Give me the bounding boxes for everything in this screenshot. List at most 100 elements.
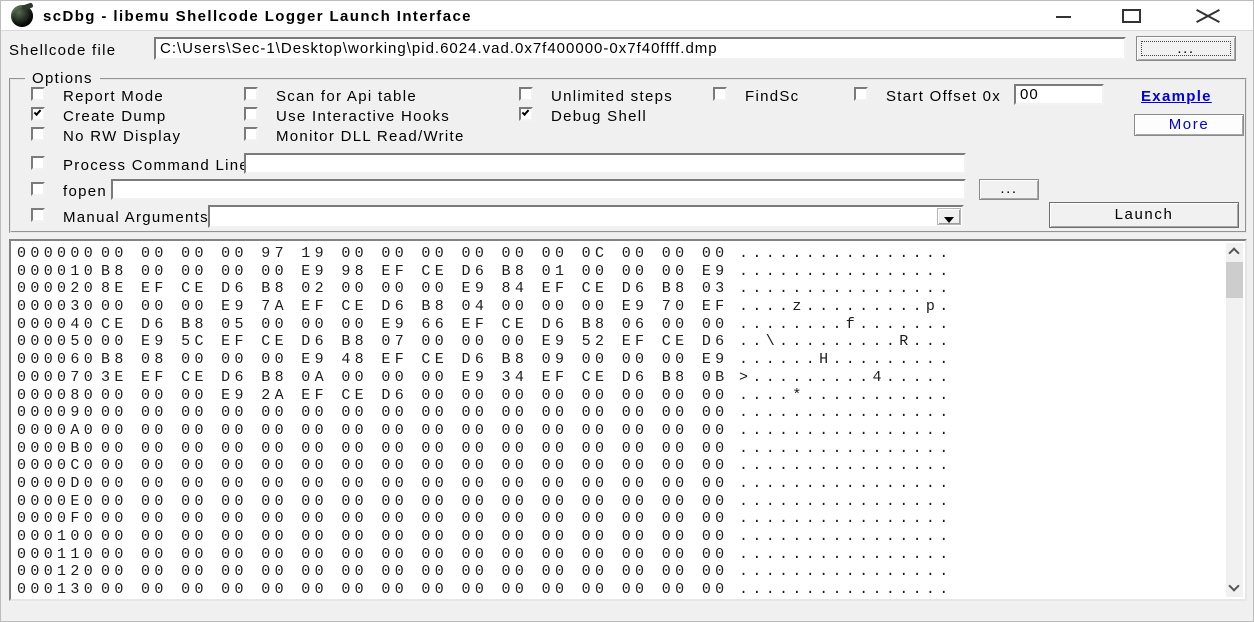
hex-ascii: ................ — [739, 263, 953, 280]
hex-bytes: 00 00 00 00 00 00 00 00 00 00 00 00 00 0… — [101, 404, 729, 421]
hex-ascii: ................ — [739, 510, 953, 527]
hex-bytes: 8E EF CE D6 B8 02 00 00 00 E9 84 EF CE D… — [101, 280, 729, 297]
browse-file-button[interactable]: ... — [1136, 36, 1236, 61]
hex-offset: 0000D0 — [17, 475, 97, 492]
hex-row: 00009000 00 00 00 00 00 00 00 00 00 00 0… — [11, 404, 1225, 422]
checkbox-fopen-label: fopen — [63, 183, 107, 200]
hex-offset: 000090 — [17, 404, 97, 421]
hex-row: 0000208E EF CE D6 B8 02 00 00 00 E9 84 E… — [11, 280, 1225, 298]
example-link[interactable]: Example — [1141, 88, 1212, 105]
hex-bytes: 00 00 00 00 00 00 00 00 00 00 00 00 00 0… — [101, 528, 729, 545]
checkbox-monitor-dll-label: Monitor DLL Read/Write — [276, 128, 465, 145]
hex-offset: 000010 — [17, 263, 97, 280]
hex-offset: 0000A0 — [17, 422, 97, 439]
checkbox-unlimited-steps[interactable] — [519, 87, 533, 101]
checkbox-create-dump-label: Create Dump — [63, 108, 167, 125]
hex-bytes: 00 00 00 00 00 00 00 00 00 00 00 00 00 0… — [101, 422, 729, 439]
hex-bytes: 00 00 00 00 00 00 00 00 00 00 00 00 00 0… — [101, 581, 729, 598]
scroll-down-button[interactable] — [1226, 580, 1243, 597]
hex-bytes: 00 00 00 E9 7A EF CE D6 B8 04 00 00 00 E… — [101, 298, 729, 315]
launch-button[interactable]: Launch — [1049, 202, 1239, 228]
vertical-scrollbar[interactable] — [1226, 243, 1243, 597]
start-offset-input[interactable] — [1014, 84, 1104, 105]
scrollbar-thumb[interactable] — [1226, 262, 1243, 298]
hex-ascii: ................ — [739, 563, 953, 580]
fopen-browse-button[interactable]: ... — [979, 179, 1039, 200]
hex-ascii: ................ — [739, 422, 953, 439]
title-bar: scDbg - libemu Shellcode Logger Launch I… — [1, 1, 1253, 31]
hex-ascii: ......H......... — [739, 351, 953, 368]
checkbox-fopen[interactable] — [31, 182, 45, 196]
hex-dump-panel[interactable]: 00000000 00 00 00 97 19 00 00 00 00 00 0… — [9, 239, 1247, 601]
hex-row: 000060B8 08 00 00 00 E9 48 EF CE D6 B8 0… — [11, 351, 1225, 369]
hex-row: 00013000 00 00 00 00 00 00 00 00 00 00 0… — [11, 581, 1225, 599]
hex-offset: 000110 — [17, 546, 97, 563]
hex-ascii: ................ — [739, 440, 953, 457]
checkbox-no-rw-display[interactable] — [31, 127, 45, 141]
hex-ascii: ................ — [739, 546, 953, 563]
checkbox-scan-api-table[interactable] — [244, 87, 258, 101]
maximize-button[interactable] — [1108, 1, 1154, 31]
hex-offset: 000100 — [17, 528, 97, 545]
hex-offset: 000040 — [17, 316, 97, 333]
checkbox-scan-api-table-label: Scan for Api table — [276, 88, 417, 105]
hex-row: 00005000 E9 5C EF CE D6 B8 07 00 00 00 E… — [11, 333, 1225, 351]
checkbox-interactive-hooks[interactable] — [244, 107, 258, 121]
hex-row: 0000E000 00 00 00 00 00 00 00 00 00 00 0… — [11, 493, 1225, 511]
hex-bytes: B8 08 00 00 00 E9 48 EF CE D6 B8 09 00 0… — [101, 351, 729, 368]
checkbox-create-dump[interactable] — [31, 107, 45, 121]
checkbox-findsc[interactable] — [713, 87, 727, 101]
process-command-line-input[interactable] — [244, 153, 966, 174]
manual-arguments-combobox[interactable] — [208, 205, 964, 228]
hex-offset: 000070 — [17, 369, 97, 386]
scroll-up-button[interactable] — [1226, 243, 1243, 260]
hex-offset: 0000B0 — [17, 440, 97, 457]
minimize-button[interactable] — [1040, 1, 1086, 31]
hex-row: 000040CE D6 B8 05 00 00 00 E9 66 EF CE D… — [11, 316, 1225, 334]
more-button[interactable]: More — [1134, 114, 1244, 136]
hex-row: 00010000 00 00 00 00 00 00 00 00 00 00 0… — [11, 528, 1225, 546]
maximize-icon — [1122, 9, 1141, 23]
chevron-down-icon — [1228, 580, 1239, 591]
checkbox-manual-arguments[interactable] — [31, 208, 45, 222]
hex-bytes: 3E EF CE D6 B8 0A 00 00 00 E9 34 EF CE D… — [101, 369, 729, 386]
hex-bytes: 00 00 00 00 00 00 00 00 00 00 00 00 00 0… — [101, 475, 729, 492]
checkbox-debug-shell-label: Debug Shell — [551, 108, 647, 125]
hex-ascii: ................ — [739, 404, 953, 421]
hex-offset: 000020 — [17, 280, 97, 297]
hex-row: 000010B8 00 00 00 00 E9 98 EF CE D6 B8 0… — [11, 263, 1225, 281]
checkbox-process-command-line[interactable] — [31, 156, 45, 170]
hex-offset: 000060 — [17, 351, 97, 368]
app-icon[interactable] — [11, 5, 33, 27]
hex-ascii: >.........4..... — [739, 369, 953, 386]
hex-ascii: ................ — [739, 528, 953, 545]
hex-ascii: ................ — [739, 457, 953, 474]
hex-bytes: B8 00 00 00 00 E9 98 EF CE D6 B8 01 00 0… — [101, 263, 729, 280]
hex-ascii: ................ — [739, 475, 953, 492]
checkbox-monitor-dll[interactable] — [244, 127, 258, 141]
chevron-down-icon[interactable] — [937, 208, 961, 225]
hex-row: 0000C000 00 00 00 00 00 00 00 00 00 00 0… — [11, 457, 1225, 475]
checkbox-debug-shell[interactable] — [519, 107, 533, 121]
hex-row: 00011000 00 00 00 00 00 00 00 00 00 00 0… — [11, 546, 1225, 564]
close-button[interactable] — [1185, 1, 1231, 31]
hex-row: 00003000 00 00 E9 7A EF CE D6 B8 04 00 0… — [11, 298, 1225, 316]
checkbox-start-offset[interactable] — [854, 87, 868, 101]
hex-ascii: ..\.........R... — [739, 333, 953, 350]
hex-offset: 000120 — [17, 563, 97, 580]
hex-row: 00000000 00 00 00 97 19 00 00 00 00 00 0… — [11, 245, 1225, 263]
hex-bytes: CE D6 B8 05 00 00 00 E9 66 EF CE D6 B8 0… — [101, 316, 729, 333]
minimize-icon — [1056, 16, 1071, 18]
hex-row: 00008000 00 00 E9 2A EF CE D6 00 00 00 0… — [11, 387, 1225, 405]
hex-row: 0000703E EF CE D6 B8 0A 00 00 00 E9 34 E… — [11, 369, 1225, 387]
window-title: scDbg - libemu Shellcode Logger Launch I… — [43, 8, 472, 25]
checkbox-report-mode[interactable] — [31, 87, 45, 101]
fopen-input[interactable] — [111, 179, 966, 200]
options-group-title: Options — [25, 70, 100, 87]
hex-bytes: 00 00 00 00 00 00 00 00 00 00 00 00 00 0… — [101, 440, 729, 457]
chevron-up-icon — [1228, 247, 1239, 258]
hex-ascii: ................ — [739, 581, 953, 598]
shellcode-file-input[interactable] — [154, 37, 1126, 60]
hex-offset: 000050 — [17, 333, 97, 350]
hex-bytes: 00 00 00 E9 2A EF CE D6 00 00 00 00 00 0… — [101, 387, 729, 404]
